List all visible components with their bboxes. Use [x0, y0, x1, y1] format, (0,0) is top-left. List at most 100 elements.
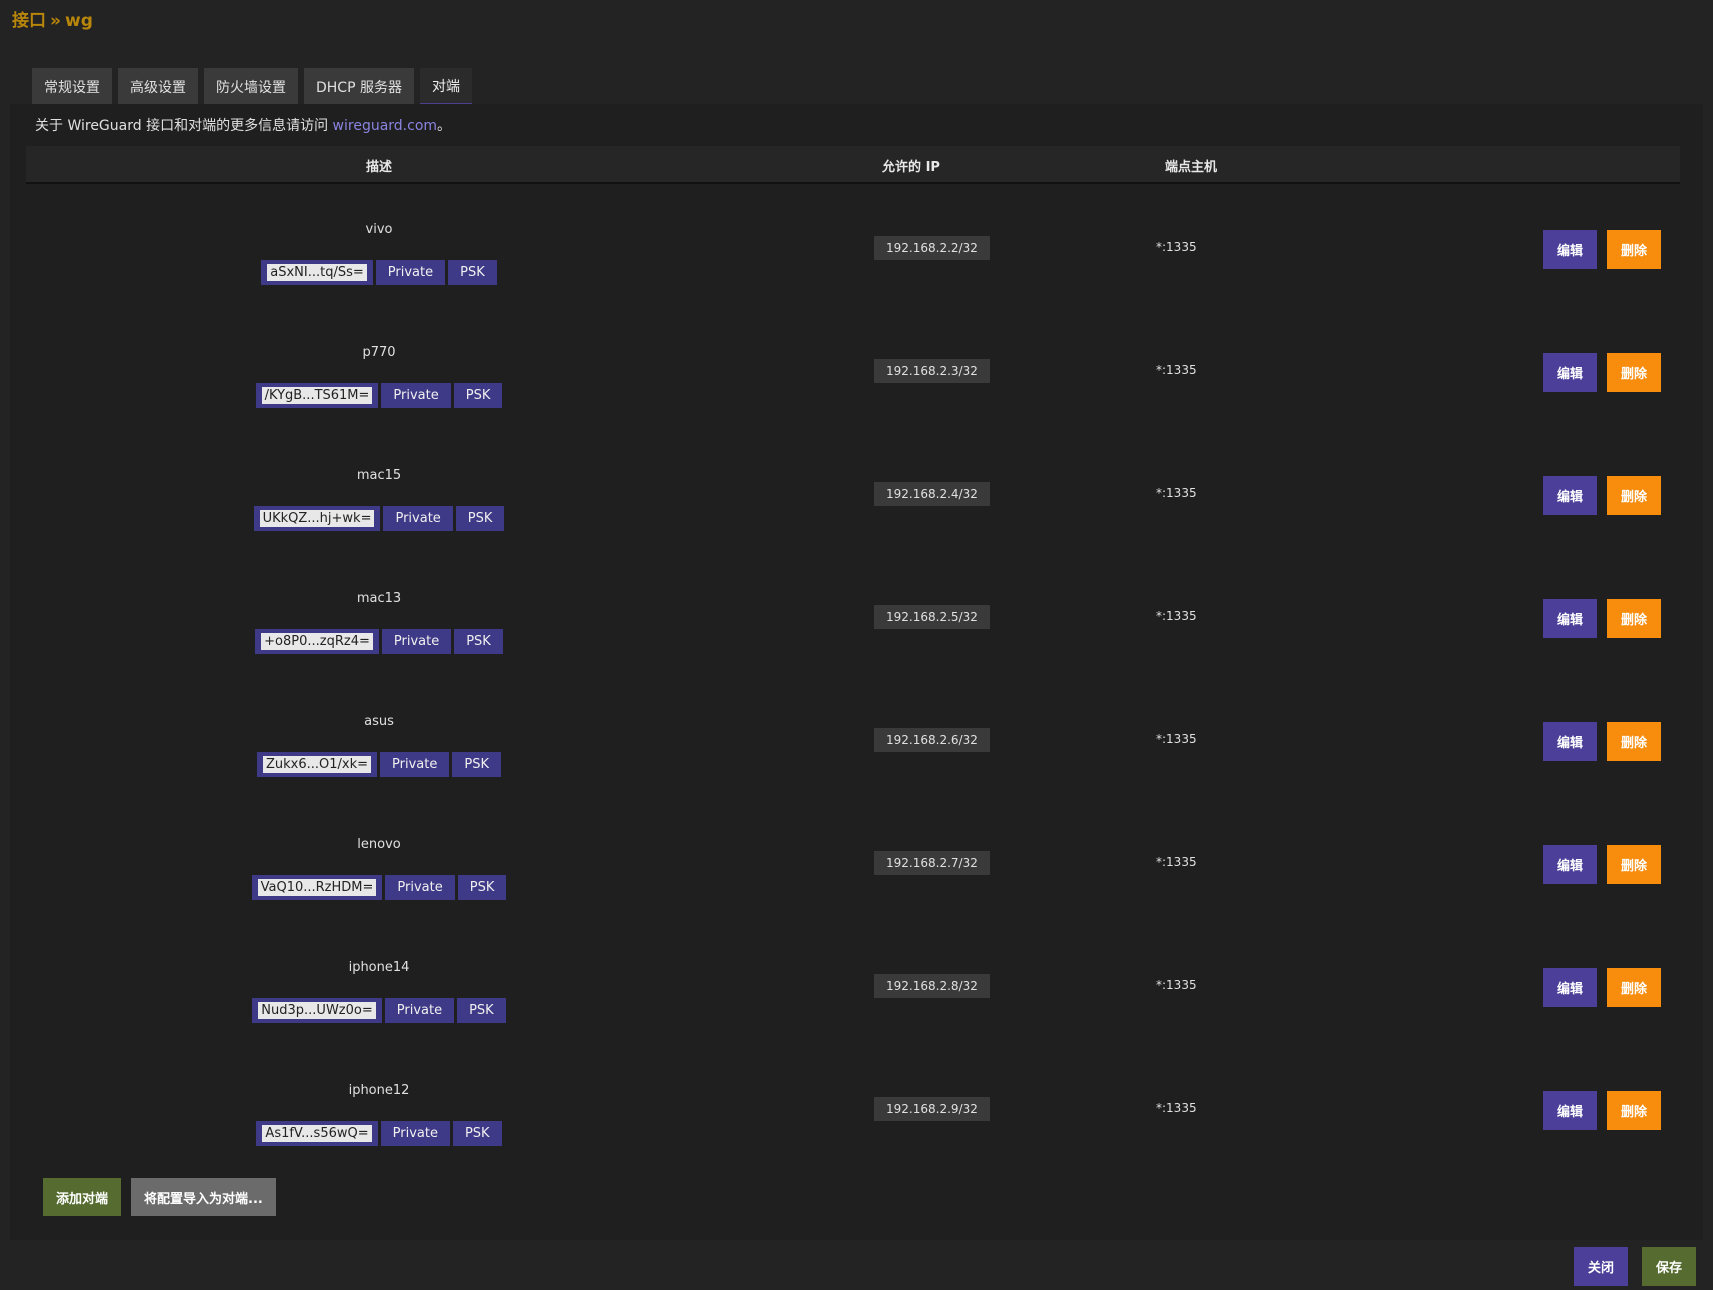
delete-button[interactable]: 删除: [1607, 230, 1661, 269]
endpoint-host: *:1335: [1156, 609, 1197, 623]
public-key-badge[interactable]: /KYgB...TS61M=: [255, 383, 379, 408]
private-key-badge[interactable]: Private: [380, 752, 450, 777]
psk-badge[interactable]: PSK: [457, 998, 506, 1023]
delete-button[interactable]: 删除: [1607, 968, 1661, 1007]
psk-badge[interactable]: PSK: [448, 260, 497, 285]
breadcrumb-interface-name: wg: [64, 11, 93, 31]
allowed-ip-badge: 192.168.2.4/32: [874, 482, 990, 506]
private-key-badge[interactable]: Private: [383, 506, 453, 531]
tab-dhcp-server[interactable]: DHCP 服务器: [304, 68, 414, 106]
peer-name: asus: [364, 714, 394, 729]
public-key-badge[interactable]: UKkQZ...hj+wk=: [253, 506, 381, 531]
save-button[interactable]: 保存: [1642, 1247, 1696, 1286]
psk-badge[interactable]: PSK: [452, 752, 501, 777]
public-key-badge[interactable]: Zukx6...O1/xk=: [257, 752, 378, 777]
private-key-badge[interactable]: Private: [375, 260, 446, 285]
delete-button[interactable]: 删除: [1607, 845, 1661, 884]
public-key-text: +o8P0...zqRz4=: [261, 633, 373, 650]
psk-badge[interactable]: PSK: [455, 506, 505, 531]
private-key-badge[interactable]: Private: [381, 629, 452, 654]
delete-button[interactable]: 删除: [1607, 722, 1661, 761]
private-key-badge[interactable]: Private: [384, 998, 455, 1023]
delete-button[interactable]: 删除: [1607, 1091, 1661, 1130]
public-key-text: Nud3p...UWz0o=: [258, 1002, 376, 1019]
tab-firewall-settings[interactable]: 防火墙设置: [204, 68, 298, 106]
private-key-badge[interactable]: Private: [380, 1121, 450, 1146]
peer-badges: aSxNI...tq/Ss= Private PSK: [26, 260, 732, 285]
tab-peers[interactable]: 对端: [419, 68, 472, 106]
peer-badges: +o8P0...zqRz4= Private PSK: [26, 629, 732, 654]
allowed-ip-badge: 192.168.2.6/32: [874, 728, 990, 752]
allowed-ip-badge: 192.168.2.5/32: [874, 605, 990, 629]
peer-badges: /KYgB...TS61M= Private PSK: [26, 383, 732, 408]
endpoint-host: *:1335: [1156, 363, 1197, 377]
page-title: 接口» wg: [12, 6, 93, 31]
edit-button[interactable]: 编辑: [1543, 722, 1597, 761]
intro-suffix: 。: [437, 118, 452, 134]
header-description: 描述: [365, 159, 392, 175]
psk-badge[interactable]: PSK: [457, 875, 507, 900]
public-key-text: UKkQZ...hj+wk=: [259, 510, 375, 527]
intro-text: 关于 WireGuard 接口和对端的更多信息请访问 wireguard.com…: [35, 115, 451, 135]
endpoint-host: *:1335: [1156, 855, 1197, 869]
table-row: p770 /KYgB...TS61M= Private PSK 192.168.…: [26, 309, 1680, 432]
allowed-ip-badge: 192.168.2.7/32: [874, 851, 990, 875]
psk-badge[interactable]: PSK: [454, 629, 503, 654]
psk-badge[interactable]: PSK: [453, 383, 503, 408]
table-row: mac13 +o8P0...zqRz4= Private PSK 192.168…: [26, 555, 1680, 678]
allowed-ip-badge: 192.168.2.9/32: [874, 1097, 990, 1121]
edit-button[interactable]: 编辑: [1543, 353, 1597, 392]
peers-table-body: vivo aSxNI...tq/Ss= Private PSK 192.168.…: [26, 186, 1680, 1170]
header-allowed-ip: 允许的 IP: [882, 159, 940, 175]
add-peer-button[interactable]: 添加对端: [43, 1178, 122, 1216]
peer-badges: UKkQZ...hj+wk= Private PSK: [26, 506, 732, 531]
public-key-badge[interactable]: +o8P0...zqRz4=: [255, 629, 379, 654]
endpoint-host: *:1335: [1156, 486, 1197, 500]
private-key-badge[interactable]: Private: [385, 875, 455, 900]
edit-button[interactable]: 编辑: [1543, 599, 1597, 638]
public-key-text: aSxNI...tq/Ss=: [267, 264, 367, 281]
peer-name: vivo: [365, 222, 393, 237]
table-row: asus Zukx6...O1/xk= Private PSK 192.168.…: [26, 678, 1680, 801]
public-key-text: /KYgB...TS61M=: [261, 387, 373, 404]
table-row: mac15 UKkQZ...hj+wk= Private PSK 192.168…: [26, 432, 1680, 555]
table-row: iphone14 Nud3p...UWz0o= Private PSK 192.…: [26, 924, 1680, 1047]
modal-footer: 关闭 保存: [1574, 1247, 1696, 1286]
edit-button[interactable]: 编辑: [1543, 968, 1597, 1007]
public-key-badge[interactable]: aSxNI...tq/Ss=: [261, 260, 373, 285]
wireguard-link[interactable]: wireguard.com: [333, 118, 438, 134]
tab-bar: 常规设置 高级设置 防火墙设置 DHCP 服务器 对端: [32, 68, 472, 106]
edit-button[interactable]: 编辑: [1543, 1091, 1597, 1130]
peer-name: p770: [362, 345, 396, 360]
peer-name: mac13: [356, 591, 402, 606]
public-key-badge[interactable]: VaQ10...RzHDM=: [251, 875, 383, 900]
endpoint-host: *:1335: [1156, 240, 1197, 254]
public-key-badge[interactable]: As1fV...s56wQ=: [256, 1121, 378, 1146]
public-key-badge[interactable]: Nud3p...UWz0o=: [252, 998, 382, 1023]
tab-general-settings[interactable]: 常规设置: [32, 68, 112, 106]
peer-name: iphone14: [348, 960, 410, 975]
table-row: lenovo VaQ10...RzHDM= Private PSK 192.16…: [26, 801, 1680, 924]
public-key-text: As1fV...s56wQ=: [262, 1125, 372, 1142]
private-key-badge[interactable]: Private: [381, 383, 451, 408]
delete-button[interactable]: 删除: [1607, 353, 1661, 392]
psk-badge[interactable]: PSK: [452, 1121, 502, 1146]
endpoint-host: *:1335: [1156, 732, 1197, 746]
public-key-text: Zukx6...O1/xk=: [263, 756, 372, 773]
delete-button[interactable]: 删除: [1607, 476, 1661, 515]
edit-button[interactable]: 编辑: [1543, 845, 1597, 884]
peers-panel: 关于 WireGuard 接口和对端的更多信息请访问 wireguard.com…: [10, 104, 1703, 1240]
table-row: iphone12 As1fV...s56wQ= Private PSK 192.…: [26, 1047, 1680, 1170]
edit-button[interactable]: 编辑: [1543, 476, 1597, 515]
import-config-button[interactable]: 将配置导入为对端...: [131, 1178, 276, 1216]
intro-label: 关于 WireGuard 接口和对端的更多信息请访问: [35, 118, 333, 134]
close-button[interactable]: 关闭: [1574, 1247, 1628, 1286]
peer-name: iphone12: [348, 1083, 410, 1098]
edit-button[interactable]: 编辑: [1543, 230, 1597, 269]
breadcrumb-interfaces[interactable]: 接口: [12, 11, 46, 31]
delete-button[interactable]: 删除: [1607, 599, 1661, 638]
tab-advanced-settings[interactable]: 高级设置: [118, 68, 198, 106]
header-endpoint-host: 端点主机: [1164, 159, 1217, 175]
allowed-ip-badge: 192.168.2.8/32: [874, 974, 990, 998]
table-actions: 添加对端 将配置导入为对端...: [43, 1178, 276, 1216]
